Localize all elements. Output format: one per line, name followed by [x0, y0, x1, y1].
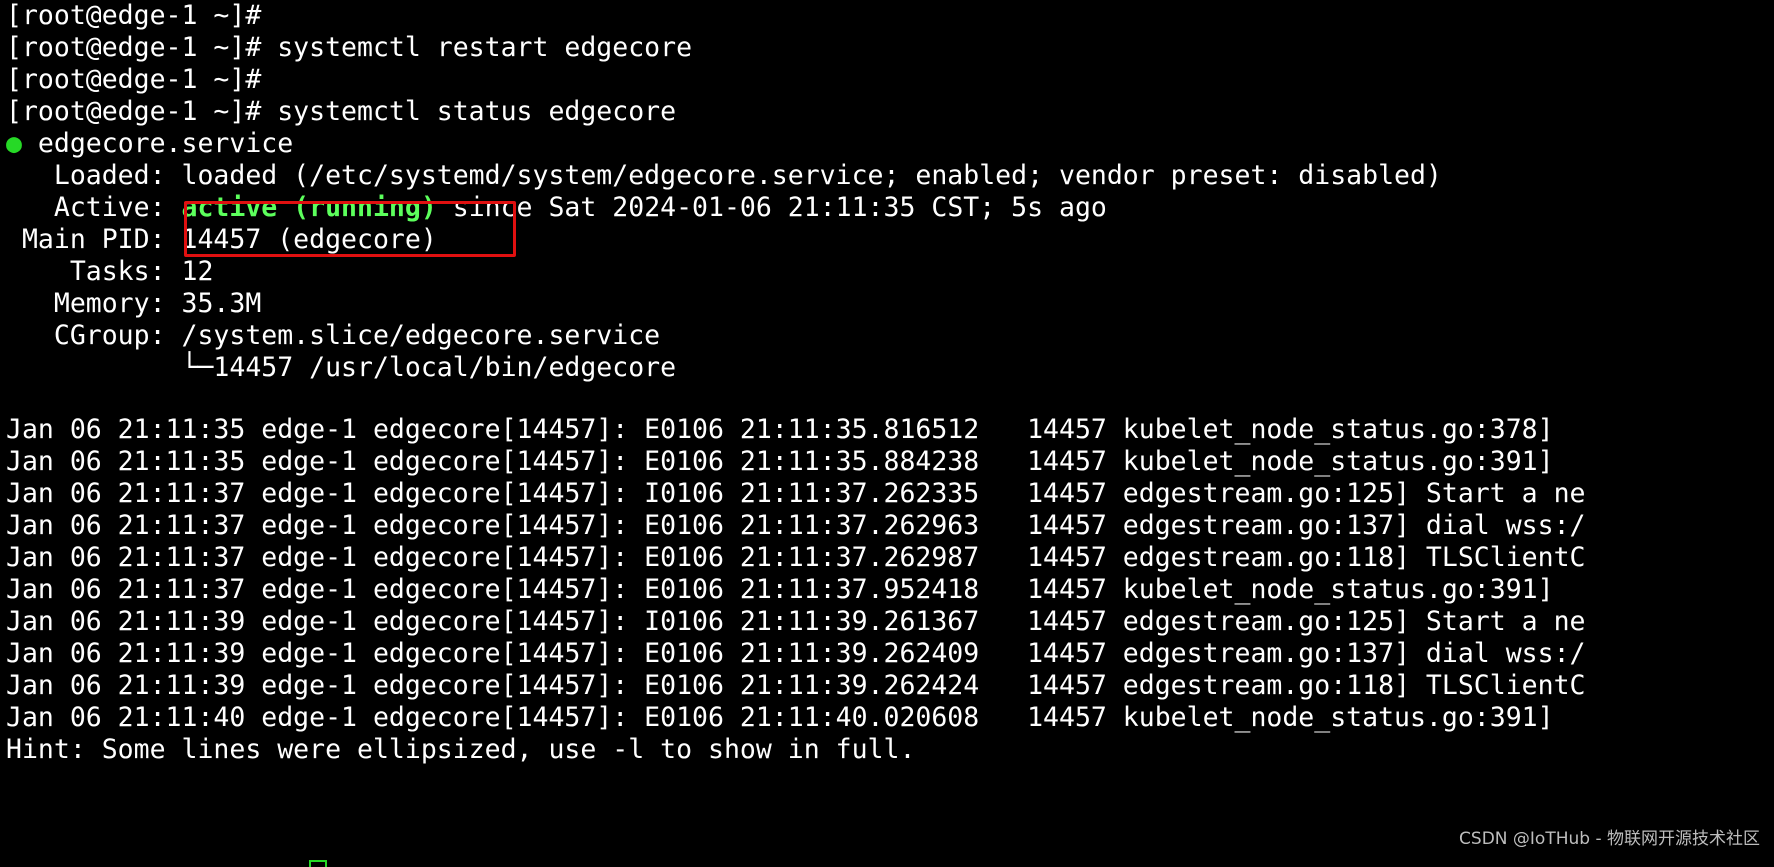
log-line: Jan 06 21:11:35 edge-1 edgecore[14457]: …: [6, 446, 1554, 477]
cgroup-line: CGroup: /system.slice/edgecore.service: [6, 320, 661, 351]
active-label: Active:: [6, 192, 182, 223]
memory-line: Memory: 35.3M: [6, 288, 262, 319]
highlight-box: [184, 201, 516, 257]
status-dot-icon: ●: [6, 128, 22, 159]
hint-line: Hint: Some lines were ellipsized, use -l…: [6, 734, 916, 765]
watermark: CSDN @IoTHub - 物联网开源技术社区: [1459, 829, 1760, 849]
log-line: Jan 06 21:11:37 edge-1 edgecore[14457]: …: [6, 574, 1554, 605]
log-line: Jan 06 21:11:35 edge-1 edgecore[14457]: …: [6, 414, 1554, 445]
prompt-line: [root@edge-1 ~]#: [6, 0, 262, 31]
prompt-line: [root@edge-1 ~]# systemctl restart edgec…: [6, 32, 693, 63]
log-line: Jan 06 21:11:37 edge-1 edgecore[14457]: …: [6, 510, 1586, 541]
log-line: Jan 06 21:11:39 edge-1 edgecore[14457]: …: [6, 670, 1586, 701]
loaded-line: Loaded: loaded (/etc/systemd/system/edge…: [6, 160, 1442, 191]
log-line: Jan 06 21:11:37 edge-1 edgecore[14457]: …: [6, 478, 1586, 509]
active-since: since Sat 2024-01-06 21:11:35 CST; 5s ag…: [436, 192, 1107, 223]
prompt-line: [root@edge-1 ~]#: [6, 64, 262, 95]
tasks-line: Tasks: 12: [6, 256, 214, 287]
log-line: Jan 06 21:11:37 edge-1 edgecore[14457]: …: [6, 542, 1586, 573]
log-line: Jan 06 21:11:39 edge-1 edgecore[14457]: …: [6, 638, 1586, 669]
service-header: ● edgecore.service: [6, 126, 293, 162]
prompt-line: [root@edge-1 ~]# systemctl status edgeco…: [6, 96, 677, 127]
log-line: Jan 06 21:11:40 edge-1 edgecore[14457]: …: [6, 702, 1554, 733]
cgroup-child-line: └─14457 /usr/local/bin/edgecore: [6, 352, 677, 383]
service-name: edgecore.service: [21, 128, 294, 159]
active-line: Active: active (running) since Sat 2024-…: [6, 190, 1107, 226]
terminal-window[interactable]: [root@edge-1 ~]# [root@edge-1 ~]# system…: [0, 0, 1774, 867]
log-line: Jan 06 21:11:39 edge-1 edgecore[14457]: …: [6, 606, 1586, 637]
cursor-icon: [309, 860, 327, 867]
